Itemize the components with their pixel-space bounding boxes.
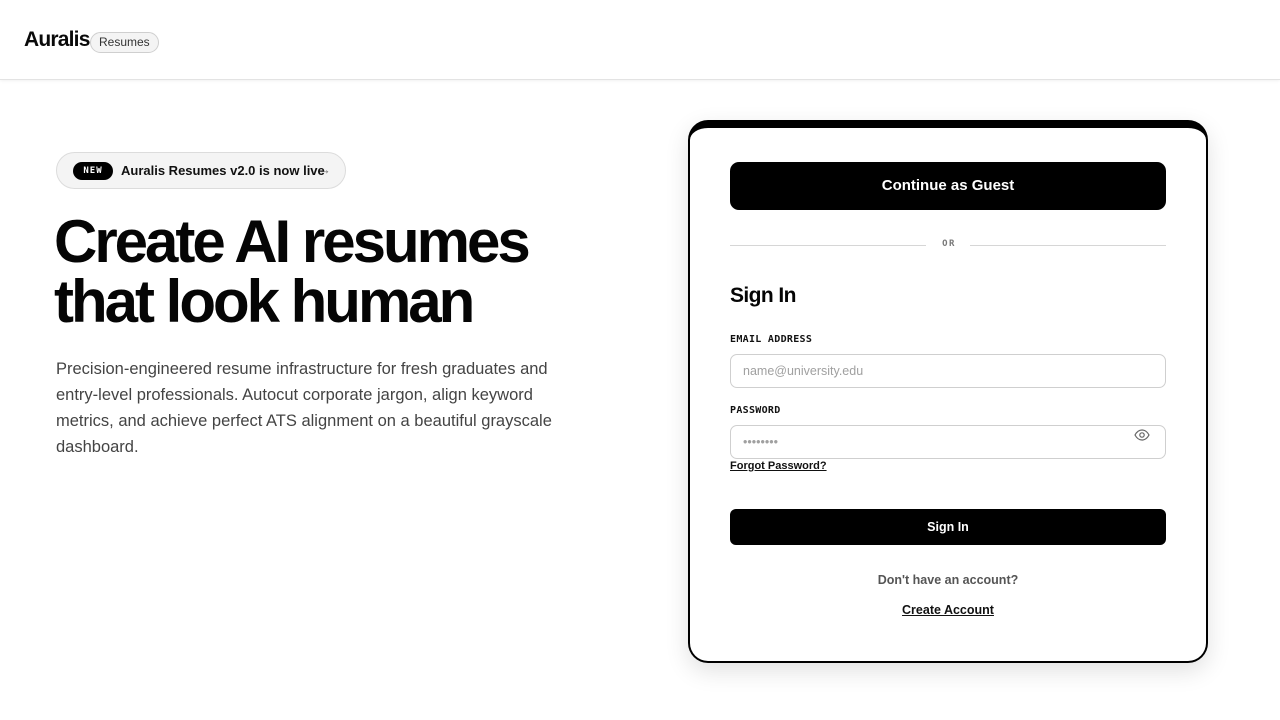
continue-as-guest-button[interactable]: Continue as Guest <box>730 162 1166 210</box>
auth-card: Continue as Guest OR Sign In EMAIL ADDRE… <box>688 120 1208 663</box>
eye-icon[interactable] <box>1134 427 1150 443</box>
forgot-password-link[interactable]: Forgot Password? <box>730 460 827 472</box>
sign-in-button[interactable]: Sign In <box>730 509 1166 545</box>
arrow-right-icon: → <box>318 162 331 177</box>
password-label: PASSWORD <box>730 405 781 416</box>
create-account-link[interactable]: Create Account <box>902 603 994 617</box>
email-input[interactable] <box>730 354 1166 388</box>
hero-title-line-1: Create AI resumes <box>54 208 531 275</box>
new-badge: NEW <box>73 162 113 180</box>
hero-title-line-2: that look human <box>54 268 475 335</box>
divider-or: OR <box>942 239 956 249</box>
divider-line-left <box>730 245 926 246</box>
product-pill: Resumes <box>90 32 159 53</box>
no-account-text: Don't have an account? <box>877 573 1019 587</box>
email-label: EMAIL ADDRESS <box>730 334 813 345</box>
divider-line-right <box>970 245 1166 246</box>
top-bar: Auralis Resumes <box>0 0 1280 80</box>
hero-title: Create AI resumes that look human <box>54 212 614 332</box>
announcement-text: Auralis Resumes v2.0 is now live <box>121 163 325 178</box>
signin-title: Sign In <box>730 284 796 307</box>
hero-description: Precision-engineered resume infrastructu… <box>56 360 552 456</box>
create-account-row: Create Account <box>690 603 1206 617</box>
password-input[interactable] <box>730 425 1166 459</box>
brand-logo[interactable]: Auralis <box>24 28 90 52</box>
announcement-pill[interactable]: NEW Auralis Resumes v2.0 is now live → <box>56 152 346 189</box>
